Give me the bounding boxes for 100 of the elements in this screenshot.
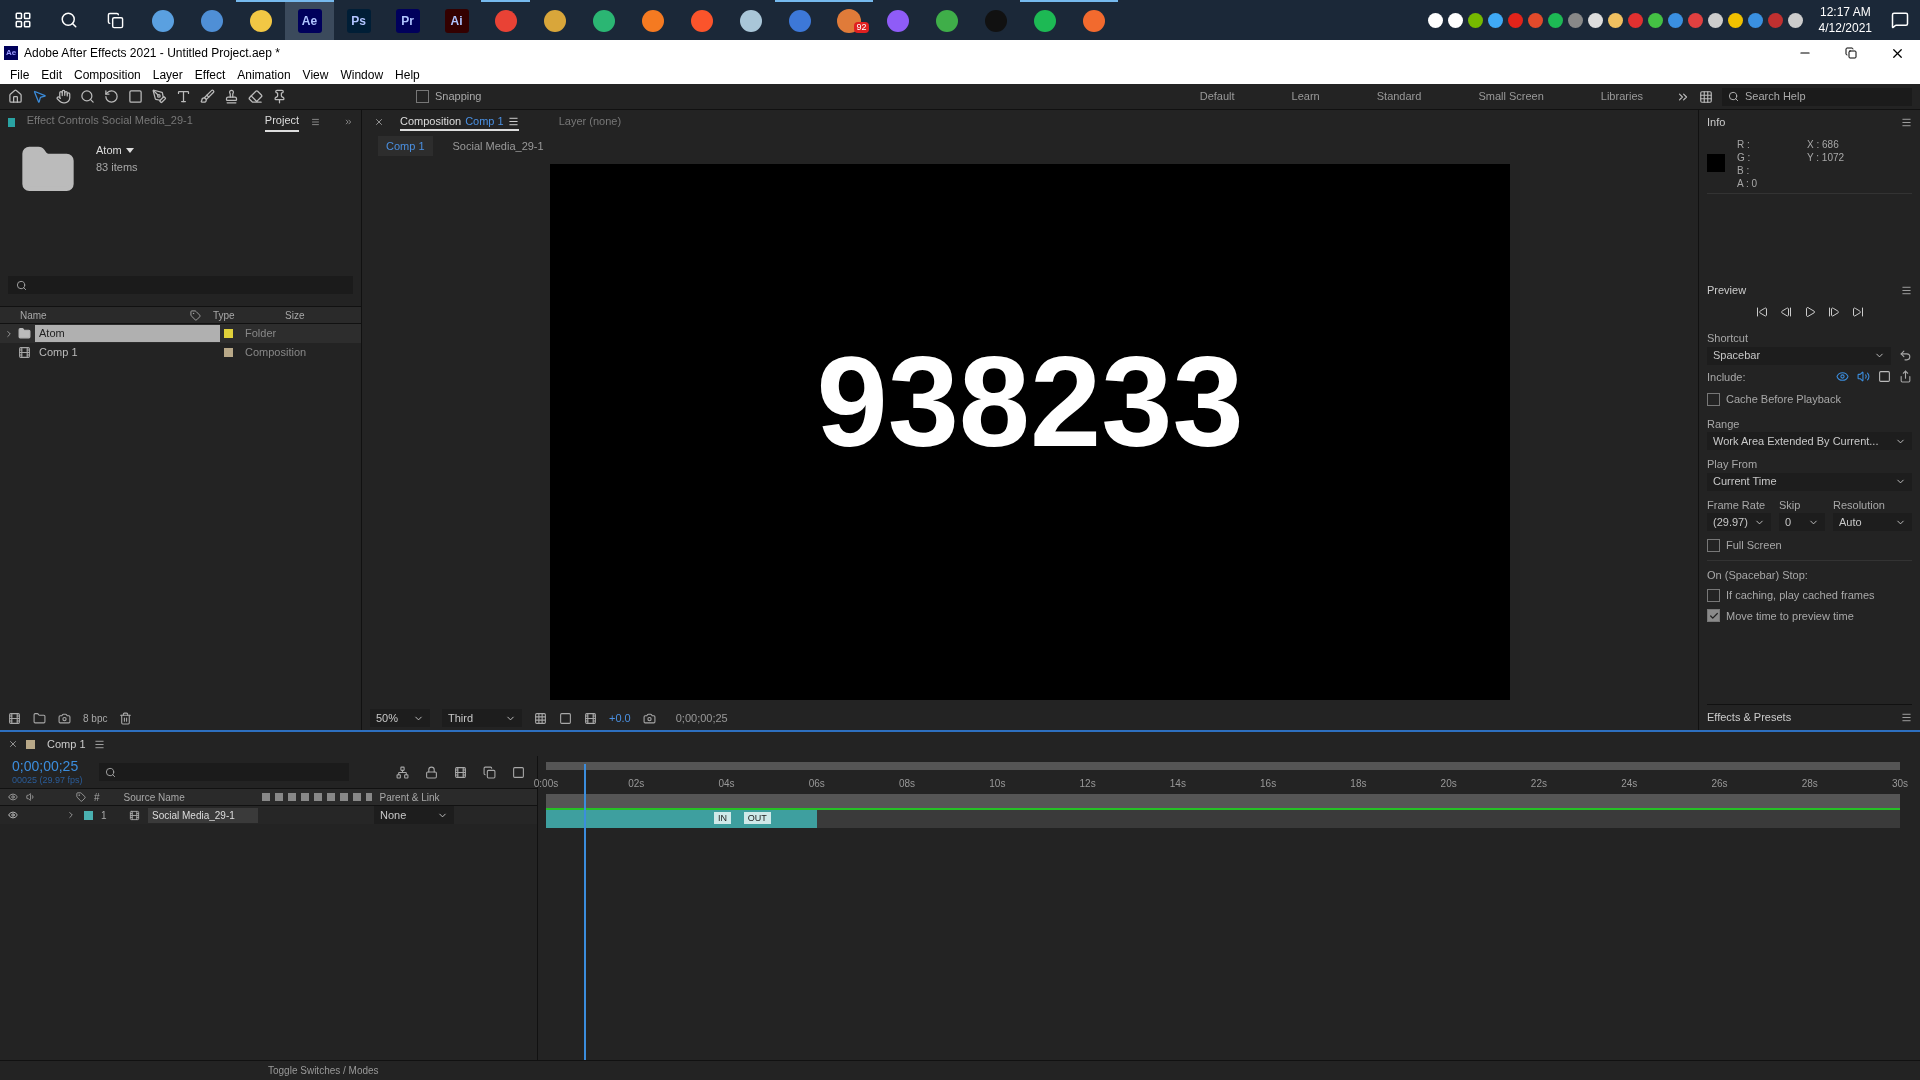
tray-icon[interactable] [1467, 12, 1483, 28]
resolution-dropdown[interactable]: Third [442, 709, 522, 727]
preview-dropdown[interactable]: Auto [1833, 513, 1912, 531]
viewer-timecode[interactable]: 0;00;00;25 [675, 709, 728, 727]
breadcrumb[interactable]: Social Media_29-1 [444, 135, 552, 157]
switches-header-icon[interactable] [261, 793, 372, 801]
column-header[interactable]: # [94, 789, 100, 805]
workspace-tab[interactable]: Default [1175, 88, 1259, 105]
tray-icon[interactable] [1787, 12, 1803, 28]
zoom-dropdown[interactable]: 50% [370, 709, 430, 727]
search-help-field[interactable]: Search Help [1722, 87, 1912, 106]
label-column-icon[interactable] [190, 309, 201, 321]
notifications-icon[interactable] [1891, 11, 1909, 29]
timeline-tab[interactable]: Comp 1 [47, 735, 86, 753]
panel-menu-icon[interactable] [507, 115, 519, 127]
next-frame-icon[interactable] [1827, 306, 1840, 318]
menu-item[interactable]: Composition [68, 66, 147, 84]
type-tool-icon[interactable] [176, 89, 191, 104]
zoom-tool-icon[interactable] [80, 89, 95, 104]
tray-icon[interactable] [1647, 12, 1663, 28]
snapshot-icon[interactable] [642, 711, 656, 725]
menu-item[interactable]: Window [334, 66, 390, 84]
visibility-column-icon[interactable] [8, 792, 18, 802]
tray-icon[interactable] [1607, 12, 1623, 28]
play-from-dropdown[interactable]: Current Time [1707, 472, 1912, 491]
first-frame-icon[interactable] [1755, 306, 1768, 318]
preview-dropdown[interactable]: 0 [1779, 513, 1825, 531]
tray-icon[interactable] [1727, 12, 1743, 28]
checkbox[interactable] [1707, 609, 1720, 623]
parent-dropdown[interactable]: None [374, 806, 454, 824]
video-toggle-icon[interactable] [1836, 370, 1849, 384]
column-header[interactable]: Type [201, 307, 281, 323]
eraser-tool-icon[interactable] [248, 89, 263, 104]
column-header[interactable]: Source Name [123, 789, 254, 805]
menu-item[interactable]: Help [389, 66, 426, 84]
layer-search-field[interactable] [98, 763, 349, 781]
task-view-icon[interactable] [106, 11, 124, 29]
close-icon[interactable] [8, 739, 18, 749]
checkbox[interactable] [1707, 538, 1720, 552]
tray-icon[interactable] [1547, 12, 1563, 28]
menu-item[interactable]: Layer [146, 66, 189, 84]
panel-tab[interactable]: Effect Controls Social Media_29-1 [26, 112, 193, 132]
taskbar-app[interactable]: Ai [432, 0, 481, 40]
current-timecode[interactable]: 0;00;00;25 [12, 758, 83, 774]
panel-menu-icon[interactable] [93, 738, 105, 750]
close-icon[interactable] [374, 117, 384, 127]
stamp-tool-icon[interactable] [224, 89, 239, 104]
rectangle-tool-icon[interactable] [128, 89, 143, 104]
rotate-tool-icon[interactable] [104, 89, 119, 104]
workspace-icon[interactable] [1699, 89, 1713, 104]
new-folder-icon[interactable] [33, 711, 46, 725]
exposure-value[interactable]: +0.0 [609, 709, 631, 727]
viewer-tab[interactable]: Composition Comp 1 [400, 112, 519, 132]
column-header[interactable]: Size [281, 307, 305, 323]
last-frame-icon[interactable] [1851, 306, 1864, 318]
label-column-icon[interactable] [76, 792, 86, 802]
taskbar-app[interactable]: Ae [285, 0, 334, 40]
menu-item[interactable]: Effect [188, 66, 232, 84]
preview-dropdown[interactable]: (29.97) [1707, 513, 1771, 531]
workspace-tab[interactable]: Standard [1352, 88, 1446, 105]
tray-icon[interactable] [1587, 12, 1603, 28]
visibility-toggle-icon[interactable] [8, 810, 18, 820]
tray-icon[interactable] [1447, 12, 1463, 28]
windows-start-icon[interactable] [14, 11, 32, 29]
checkbox[interactable] [1707, 588, 1720, 602]
audio-column-icon[interactable] [26, 792, 36, 802]
selection-tool-icon[interactable] [32, 89, 47, 104]
label-swatch[interactable] [84, 810, 93, 820]
caret-icon[interactable] [125, 147, 134, 153]
pin-tool-icon[interactable] [272, 89, 287, 104]
workspace-tab[interactable]: Libraries [1576, 88, 1667, 105]
tray-icon[interactable] [1487, 12, 1503, 28]
breadcrumb[interactable]: Comp 1 [378, 135, 433, 157]
export-icon[interactable] [1899, 370, 1912, 384]
toggle-switches-button[interactable]: Toggle Switches / Modes [268, 1063, 379, 1078]
project-row[interactable]: Atom Folder [0, 324, 361, 343]
label-swatch[interactable] [224, 329, 233, 338]
tray-icon[interactable] [1707, 12, 1723, 28]
workspace-tab[interactable]: Learn [1267, 88, 1344, 105]
menu-item[interactable]: View [296, 66, 335, 84]
project-row[interactable]: Comp 1 Composition [0, 343, 361, 362]
bit-depth[interactable]: 8 bpc [83, 710, 108, 726]
play-icon[interactable] [1803, 306, 1816, 318]
home-icon[interactable] [8, 89, 23, 104]
reset-icon[interactable] [1899, 349, 1912, 362]
flowchart-icon[interactable] [396, 765, 409, 779]
panel-menu-icon[interactable] [1901, 116, 1912, 128]
menu-item[interactable]: Edit [35, 66, 69, 84]
overlay-toggle-icon[interactable] [1878, 370, 1891, 384]
checkbox[interactable] [1707, 392, 1720, 406]
marker-tag[interactable]: OUT [743, 812, 771, 824]
panel-menu-icon[interactable] [1901, 284, 1912, 296]
folder-name[interactable]: Atom [96, 142, 138, 159]
menu-item[interactable]: File [4, 66, 36, 84]
panel-menu-icon[interactable] [1901, 712, 1912, 723]
taskbar-app[interactable]: Ps [334, 0, 383, 40]
hand-tool-icon[interactable] [56, 89, 71, 104]
shortcut-dropdown[interactable]: Spacebar [1707, 346, 1891, 365]
column-header[interactable]: Parent & Link [379, 789, 440, 805]
delete-icon[interactable] [119, 711, 133, 725]
